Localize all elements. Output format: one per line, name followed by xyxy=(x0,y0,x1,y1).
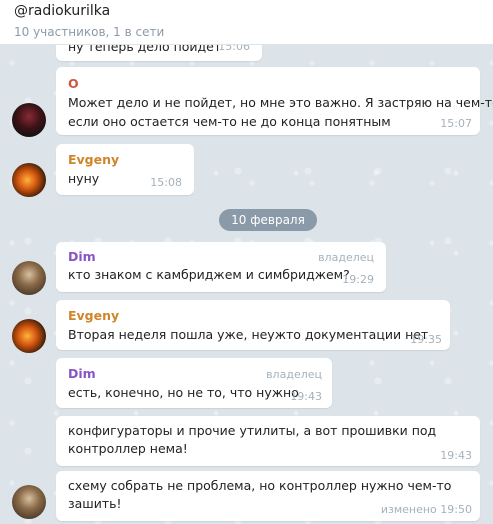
message-text: кто знаком с камбриджем и симбриджем? xyxy=(68,267,350,282)
message-bubble[interactable]: конфигураторы и прочие утилиты, а вот пр… xyxy=(56,416,480,466)
chat-members-status: 10 участников, 1 в сети xyxy=(14,25,165,39)
avatar[interactable] xyxy=(12,163,46,197)
chat-title[interactable]: @radiokurilka xyxy=(14,3,110,19)
message-time: 19:43 xyxy=(290,390,322,403)
author-name[interactable]: Dim xyxy=(68,366,96,381)
owner-badge: владелец xyxy=(266,368,322,381)
message-text: нуну xyxy=(68,171,100,186)
message-bubble[interactable]: ну теперь дело пойдет 15:06 xyxy=(56,45,262,61)
message-bubble[interactable]: Evgeny Вторая неделя пошла уже, неужто д… xyxy=(56,300,450,350)
message-bubble[interactable]: Evgeny нуну 15:08 xyxy=(56,144,194,195)
avatar[interactable] xyxy=(12,261,46,295)
chat-header[interactable]: @radiokurilka 10 участников, 1 в сети xyxy=(0,0,493,45)
message-time: 15:08 xyxy=(150,176,182,189)
message-bubble[interactable]: Dim владелец кто знаком с камбриджем и с… xyxy=(56,242,386,292)
message-text: конфигураторы и прочие утилиты, а вот пр… xyxy=(68,423,437,438)
message-text: зашить! xyxy=(68,496,122,511)
message-text: если оно остается чем-то не до конца пон… xyxy=(68,114,391,129)
author-name[interactable]: Dim xyxy=(68,249,96,264)
message-time: 15:06 xyxy=(218,45,250,53)
message-time: 19:29 xyxy=(342,273,374,286)
owner-badge: владелец xyxy=(318,251,374,264)
message-text: Может дело и не пойдет, но мне это важно… xyxy=(68,95,493,110)
avatar[interactable] xyxy=(12,103,46,137)
message-text: контроллер нема! xyxy=(68,441,188,456)
message-text: схему собрать не проблема, но контроллер… xyxy=(68,478,452,493)
avatar[interactable] xyxy=(12,319,46,353)
author-name[interactable]: Evgeny xyxy=(68,308,119,323)
message-bubble[interactable]: схему собрать не проблема, но контроллер… xyxy=(56,471,480,521)
author-name[interactable]: O xyxy=(68,76,79,91)
author-name[interactable]: Evgeny xyxy=(68,152,119,167)
avatar[interactable] xyxy=(12,485,46,519)
message-time: 19:43 xyxy=(440,449,472,462)
message-time: 19:35 xyxy=(410,333,442,346)
message-time: 15:07 xyxy=(440,117,472,130)
message-text: есть, конечно, но не то, что нужно xyxy=(68,385,299,400)
message-bubble[interactable]: O Может дело и не пойдет, но мне это важ… xyxy=(56,67,493,135)
date-separator: 10 февраля xyxy=(219,209,317,231)
message-text: Вторая неделя пошла уже, неужто документ… xyxy=(68,327,429,342)
message-list[interactable]: ну теперь дело пойдет 15:06 O Может дело… xyxy=(0,45,493,524)
message-bubble[interactable]: Dim владелец есть, конечно, но не то, чт… xyxy=(56,358,332,408)
message-text: ну теперь дело пойдет xyxy=(68,45,222,54)
message-edited-time: изменено 19:50 xyxy=(380,503,472,516)
